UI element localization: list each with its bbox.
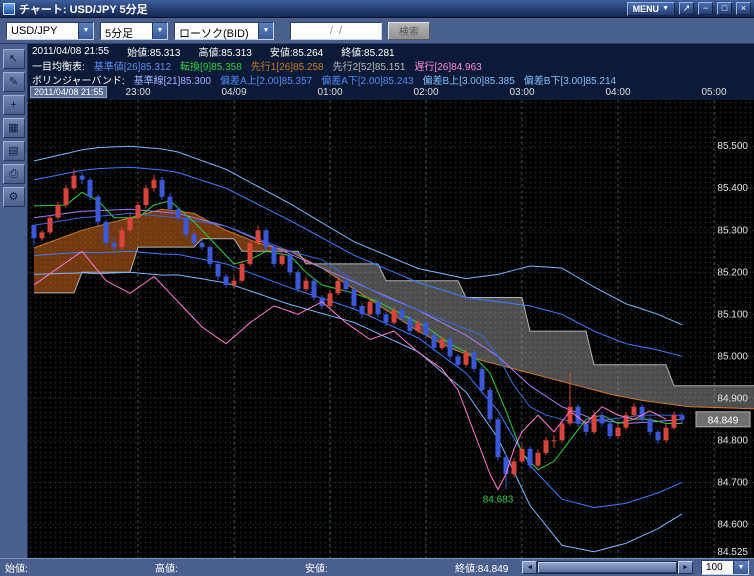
maximize-icon: □ <box>721 3 728 13</box>
app-icon <box>3 2 15 15</box>
bollinger-legend-row: ボリンジャーバンド: 基準線[21]85.300 偏差A上[2.00]85.357… <box>28 72 754 86</box>
time-label: 01:00 <box>317 87 343 98</box>
chevron-down-icon[interactable]: ▼ <box>152 22 167 39</box>
legend-item: 基準値[26]85.312 <box>93 61 172 73</box>
menu-label: MENU <box>632 3 660 14</box>
horizontal-scrollbar[interactable]: ◄ ► <box>522 561 693 574</box>
date-input[interactable]: / / <box>290 21 382 40</box>
legend-item: 偏差B下[3.00]85.214 <box>523 75 617 87</box>
time-axis: 2011/04/08 21:55 23:00 04/09 01:00 02:00 03:0… <box>28 86 754 100</box>
bottom-close-value: 終値:84.849 <box>455 564 509 575</box>
close-button[interactable]: × <box>736 2 751 15</box>
bottom-high-label: 高値: <box>155 564 178 575</box>
svg-text:84.700: 84.700 <box>717 477 748 488</box>
scroll-right-button[interactable]: ► <box>678 561 693 574</box>
svg-text:85.500: 85.500 <box>717 141 748 152</box>
scrollbar-thumb[interactable] <box>538 562 677 573</box>
legend-item: 遅行[26]84.963 <box>414 61 482 73</box>
svg-text:84.800: 84.800 <box>717 435 748 446</box>
zoom-select[interactable]: 100 ▼ <box>701 560 749 575</box>
low-value: 安値:85.264 <box>269 47 324 59</box>
legend-item: 偏差A上[2.00]85.357 <box>219 75 313 87</box>
close-icon: × <box>740 3 747 13</box>
legend-item: 偏差B上[3.00]85.385 <box>422 75 515 87</box>
ichimoku-title: 一目均衡表: <box>32 61 85 73</box>
open-value: 始値:85.313 <box>127 47 181 59</box>
svg-text:85.400: 85.400 <box>717 183 748 194</box>
svg-text:84.525: 84.525 <box>717 547 748 558</box>
svg-text:85.100: 85.100 <box>717 309 748 320</box>
svg-text:84.600: 84.600 <box>717 519 748 530</box>
chart-canvas[interactable]: 84.683 85.500 85.400 85.300 85.200 85.100 85.0… <box>28 100 754 558</box>
scrollbar-track[interactable] <box>537 561 678 574</box>
main-region: ↖ ✎ + ▦ ▤ ⎙ ⚙ 2011/04/08 21:55 始値:85.313 高値:85… <box>0 44 754 558</box>
left-toolbar: ↖ ✎ + ▦ ▤ ⎙ ⚙ <box>0 44 28 558</box>
chevron-down-icon[interactable]: ▼ <box>78 22 93 39</box>
chart-grid-tool[interactable]: ▤ <box>2 141 25 161</box>
minimize-button[interactable]: − <box>698 2 713 15</box>
scroll-left-button[interactable]: ◄ <box>522 561 538 574</box>
window-title: チャート: USD/JPY 5分足 <box>19 3 148 16</box>
titlebar: チャート: USD/JPY 5分足 MENU ▼ ↗ − □ × <box>0 0 754 18</box>
time-label: 23:00 <box>125 87 151 98</box>
chevron-down-icon[interactable]: ▼ <box>733 561 748 574</box>
settings-tool[interactable]: ⚙ <box>2 187 25 207</box>
cursor-tool[interactable]: ↖ <box>2 49 25 69</box>
time-label: 02:00 <box>413 87 439 98</box>
popout-button[interactable]: ↗ <box>679 2 694 15</box>
chevron-down-icon: ▼ <box>662 5 669 12</box>
chart-type-select-value: ローソク(BID) <box>179 27 249 40</box>
ohlc-info-row: 2011/04/08 21:55 始値:85.313 高値:85.313 安値:… <box>28 44 754 58</box>
pair-select[interactable]: USD/JPY ▼ <box>6 21 94 40</box>
maximize-button[interactable]: □ <box>717 2 732 15</box>
print-tool[interactable]: ⎙ <box>2 164 25 184</box>
chevron-down-icon[interactable]: ▼ <box>258 22 273 39</box>
legend-item: 転換[9]85.358 <box>180 61 242 73</box>
svg-text:85.000: 85.000 <box>717 351 748 362</box>
time-label: 04/09 <box>221 87 247 98</box>
search-button[interactable]: 検索 <box>388 21 430 40</box>
legend-item: 先行1[26]85.258 <box>250 61 324 73</box>
time-label: 05:00 <box>701 87 727 98</box>
legend-item: 先行2[52]85.151 <box>332 61 406 73</box>
ichimoku-legend-row: 一目均衡表: 基準値[26]85.312 転換[9]85.358 先行1[26]85… <box>28 58 754 72</box>
chart-column: 2011/04/08 21:55 始値:85.313 高値:85.313 安値:… <box>28 44 754 558</box>
svg-text:85.200: 85.200 <box>717 267 748 278</box>
high-value: 高値:85.313 <box>198 47 252 59</box>
legend-item: 偏差A下[2.00]85.243 <box>321 75 414 87</box>
zoom-select-value: 100 <box>706 562 723 573</box>
time-label: 04:00 <box>605 87 631 98</box>
menu-button[interactable]: MENU ▼ <box>626 1 675 16</box>
selected-time-label: 2011/04/08 21:55 <box>30 86 108 98</box>
chart-type-select[interactable]: ローソク(BID) ▼ <box>174 21 274 40</box>
svg-text:84.900: 84.900 <box>717 393 748 404</box>
timeframe-select-value: 5分足 <box>105 27 134 40</box>
pair-select-value: USD/JPY <box>11 24 58 37</box>
timeframe-select[interactable]: 5分足 ▼ <box>100 21 168 40</box>
toolbar: USD/JPY ▼ 5分足 ▼ ローソク(BID) ▼ / / 検索 <box>0 18 754 44</box>
svg-text:85.300: 85.300 <box>717 225 748 236</box>
bottom-status-bar: 始値: 高値: 安値: 終値:84.849 ◄ ► 100 ▼ <box>0 558 754 576</box>
time-label: 03:00 <box>509 87 535 98</box>
close-value: 終値:85.281 <box>341 47 395 59</box>
candlestick-tool[interactable]: ▦ <box>2 118 25 138</box>
crosshair-tool[interactable]: + <box>2 95 25 115</box>
minimize-icon: − <box>702 3 709 13</box>
svg-text:84.683: 84.683 <box>483 495 514 506</box>
bollinger-title: ボリンジャーバンド: <box>32 75 125 87</box>
candle-datetime: 2011/04/08 21:55 <box>32 45 110 57</box>
pencil-tool[interactable]: ✎ <box>2 72 25 92</box>
chart-window: チャート: USD/JPY 5分足 MENU ▼ ↗ − □ × USD/JPY… <box>0 0 754 576</box>
popout-icon: ↗ <box>682 3 691 13</box>
legend-item: 基準線[21]85.300 <box>133 75 211 87</box>
bottom-open-label: 始値: <box>5 564 28 575</box>
price-chart[interactable]: 84.683 85.500 85.400 85.300 85.200 85.100 85.0… <box>28 100 754 558</box>
bottom-low-label: 安値: <box>305 564 328 575</box>
svg-text:84.849: 84.849 <box>708 415 739 426</box>
